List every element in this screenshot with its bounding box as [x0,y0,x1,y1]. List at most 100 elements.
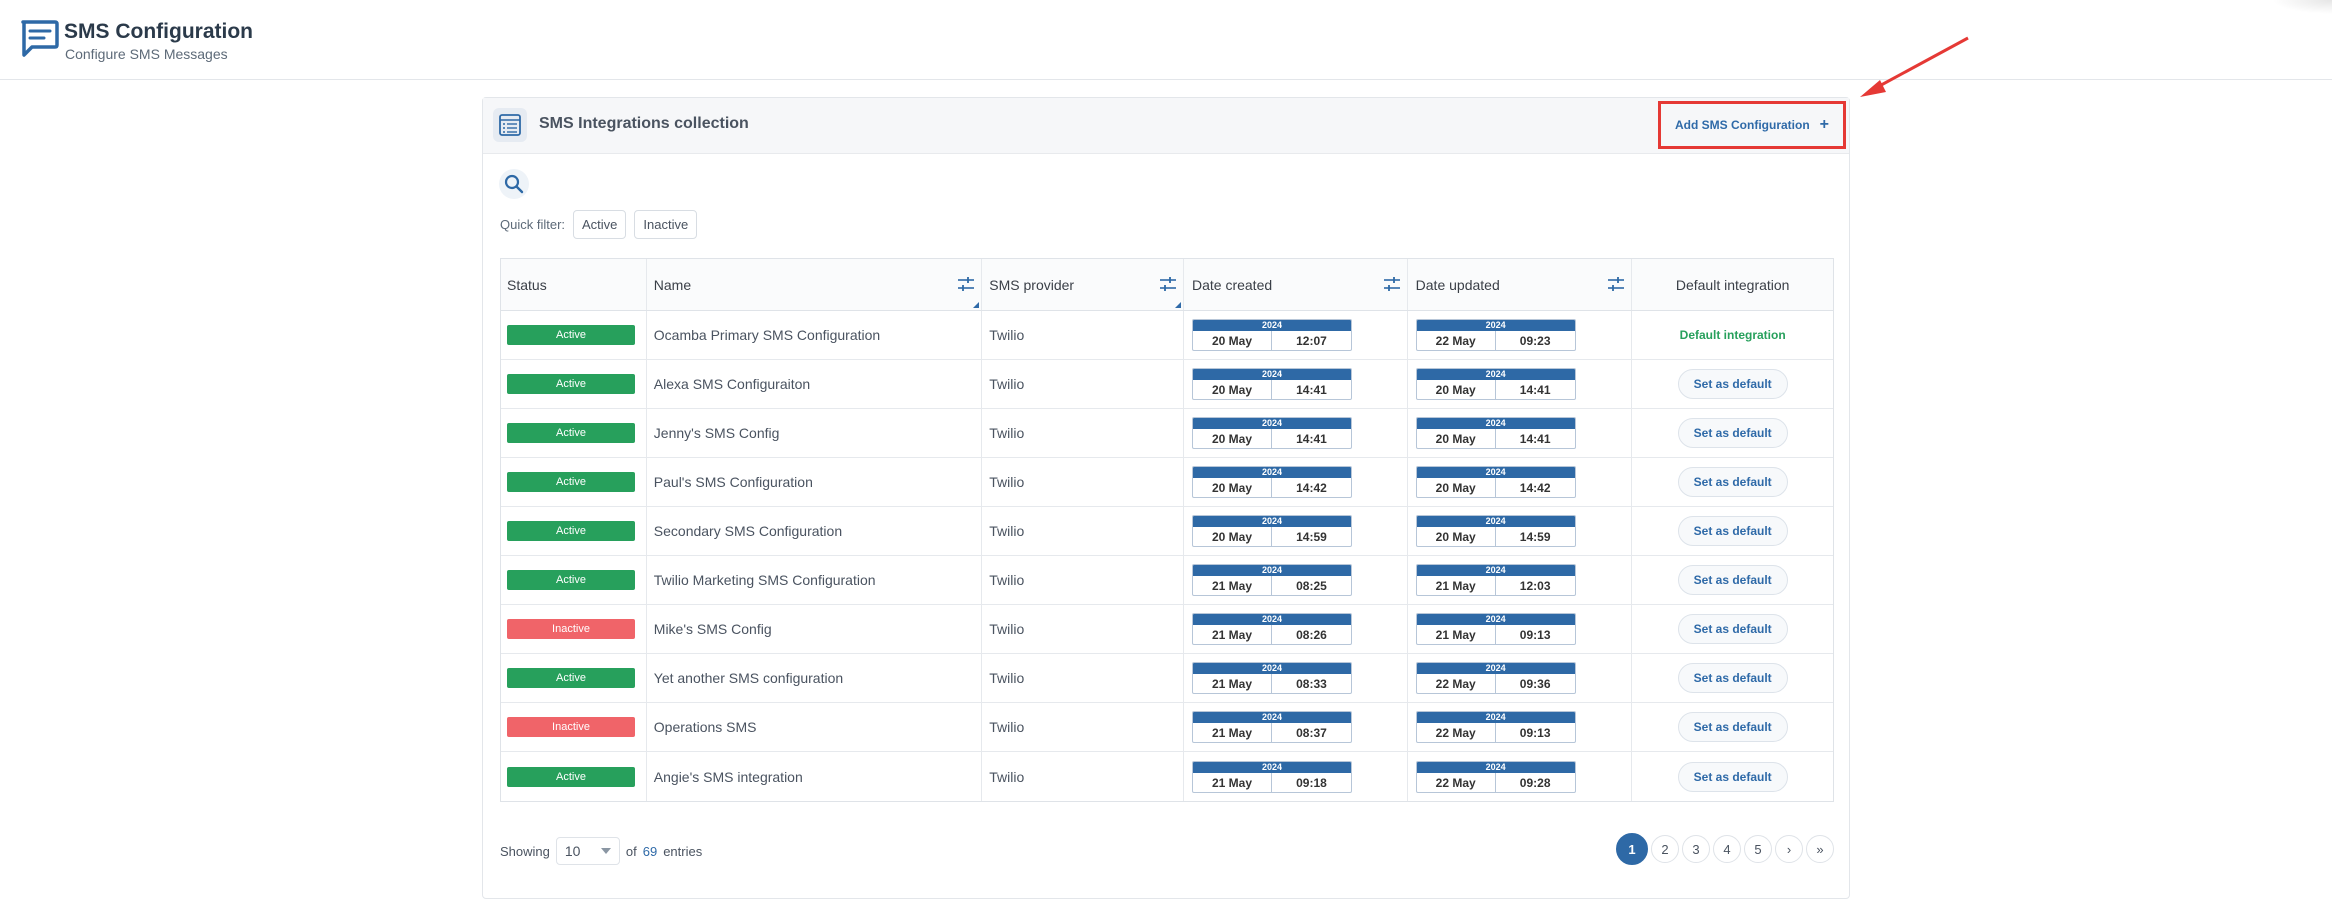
name-cell[interactable]: Secondary SMS Configuration [647,507,983,555]
page-5-button[interactable]: 5 [1744,835,1772,863]
set-as-default-button[interactable]: Set as default [1677,369,1788,399]
add-sms-configuration-button[interactable]: Add SMS Configuration + [1675,117,1829,133]
provider-cell: Twilio [982,311,1184,359]
updated-cell: 2024 20 May 14:59 [1408,507,1633,555]
date-created-chip: 2024 21 May 08:26 [1191,613,1352,645]
date-day: 20 May [1193,429,1272,448]
filter-inactive-chip[interactable]: Inactive [634,210,698,239]
column-filter-icon[interactable] [957,276,975,292]
column-created[interactable]: Date created [1184,259,1408,310]
column-status[interactable]: Status [501,259,647,310]
set-as-default-button[interactable]: Set as default [1677,712,1788,742]
default-cell: Set as default [1632,507,1833,555]
sort-indicator-icon [1174,302,1181,308]
name-cell[interactable]: Alexa SMS Configuraiton [647,360,983,408]
date-year: 2024 [1416,614,1575,625]
quick-filter: Quick filter: Active Inactive [500,210,698,239]
status-cell: Active [501,409,647,457]
date-day: 22 May [1417,331,1496,350]
date-year: 2024 [1416,418,1575,429]
column-provider[interactable]: SMS provider [982,259,1184,310]
set-as-default-button[interactable]: Set as default [1677,516,1788,546]
provider-cell: Twilio [982,556,1184,604]
date-updated-chip: 2024 22 May 09:28 [1415,760,1576,793]
column-updated[interactable]: Date updated [1408,259,1633,310]
annotation-arrow [1860,36,1969,97]
column-filter-icon[interactable] [1607,276,1625,292]
date-time: 14:42 [1296,481,1327,495]
filter-active-chip[interactable]: Active [573,210,627,239]
date-day: 20 May [1193,478,1272,497]
table-row[interactable]: Active Angie's SMS integration Twilio 2024 2… [501,752,1833,801]
set-as-default-button[interactable]: Set as default [1677,418,1788,448]
table-row[interactable]: Inactive Operations SMS Twilio 2024 21 May 08… [501,703,1833,752]
name-cell[interactable]: Ocamba Primary SMS Configuration [647,311,983,359]
name-cell[interactable]: Twilio Marketing SMS Configuration [647,556,983,604]
date-day: 22 May [1417,772,1496,792]
column-filter-icon[interactable] [1383,276,1401,292]
updated-cell: 2024 22 May 09:13 [1408,703,1633,751]
date-time: 09:36 [1519,677,1551,691]
name-cell[interactable]: Angie's SMS integration [647,752,983,801]
integrations-panel: SMS Integrations collection Add SMS Conf… [482,97,1850,899]
page-size-value: 10 [564,843,581,859]
column-name[interactable]: Name [647,259,983,310]
provider-cell: Twilio [982,458,1184,506]
search-button[interactable] [499,169,529,199]
date-day: 21 May [1417,576,1496,595]
set-as-default-button[interactable]: Set as default [1677,467,1788,497]
date-time: 14:42 [1519,481,1551,495]
name-cell[interactable]: Yet another SMS configuration [647,654,983,702]
date-updated-chip: 2024 22 May 09:13 [1415,711,1576,743]
date-year: 2024 [1192,614,1351,625]
created-cell: 2024 21 May 08:25 [1184,556,1408,604]
set-as-default-button[interactable]: Set as default [1677,565,1788,595]
page-1-button[interactable]: 1 [1616,833,1648,865]
updated-cell: 2024 20 May 14:41 [1408,360,1633,408]
name-cell[interactable]: Paul's SMS Configuration [647,458,983,506]
set-as-default-button[interactable]: Set as default [1677,663,1788,693]
name-cell[interactable]: Mike's SMS Config [647,605,983,653]
date-time: 08:33 [1296,677,1327,691]
date-time: 14:59 [1296,530,1327,544]
table-row[interactable]: Active Yet another SMS configuration Twili… [501,654,1833,703]
column-default-label: Default integration [1675,276,1790,293]
date-day: 20 May [1417,380,1496,399]
table-row[interactable]: Active Jenny's SMS Config Twilio 2024 20 May… [501,409,1833,458]
date-updated-chip: 2024 20 May 14:41 [1415,368,1576,400]
page-size-select[interactable]: 10 [555,837,620,865]
page-2-button[interactable]: 2 [1651,835,1679,863]
status-cell: Inactive [501,605,647,653]
default-cell: Set as default [1632,654,1833,702]
table-row[interactable]: Active Ocamba Primary SMS Configuration Tw… [501,311,1833,360]
column-filter-icon[interactable] [1159,276,1177,292]
name-cell[interactable]: Operations SMS [647,703,983,751]
page-3-button[interactable]: 3 [1682,835,1710,863]
status-cell: Active [501,556,647,604]
set-as-default-button[interactable]: Set as default [1677,614,1788,644]
default-cell: Set as default [1632,360,1833,408]
integrations-table: Status Name SMS provider Date created Da… [500,258,1834,802]
table-row[interactable]: Active Twilio Marketing SMS Configuration… [501,556,1833,605]
date-year: 2024 [1192,418,1351,429]
set-as-default-button[interactable]: Set as default [1677,761,1788,792]
chat-icon [21,20,59,57]
name-cell[interactable]: Jenny's SMS Config [647,409,983,457]
page-4-button[interactable]: 4 [1713,835,1741,863]
date-year: 2024 [1192,663,1351,674]
date-day: 21 May [1193,723,1272,742]
date-year: 2024 [1416,565,1575,576]
status-badge: Inactive [507,717,635,737]
table-row[interactable]: Active Paul's SMS Configuration Twilio 2024… [501,458,1833,507]
date-updated-chip: 2024 20 May 14:42 [1415,466,1576,498]
next-page-button[interactable]: › [1775,835,1803,863]
provider-cell: Twilio [982,409,1184,457]
status-badge: Active [507,766,635,787]
table-row[interactable]: Active Secondary SMS Configuration Twilio 2… [501,507,1833,556]
status-badge: Active [507,374,635,394]
last-page-button[interactable]: » [1806,835,1834,863]
table-row[interactable]: Active Alexa SMS Configuraiton Twilio 2024 2… [501,360,1833,409]
status-badge: Active [507,521,635,541]
table-row[interactable]: Inactive Mike's SMS Config Twilio 2024 21 Ma… [501,605,1833,654]
add-button-highlight: Add SMS Configuration + [1658,101,1846,149]
